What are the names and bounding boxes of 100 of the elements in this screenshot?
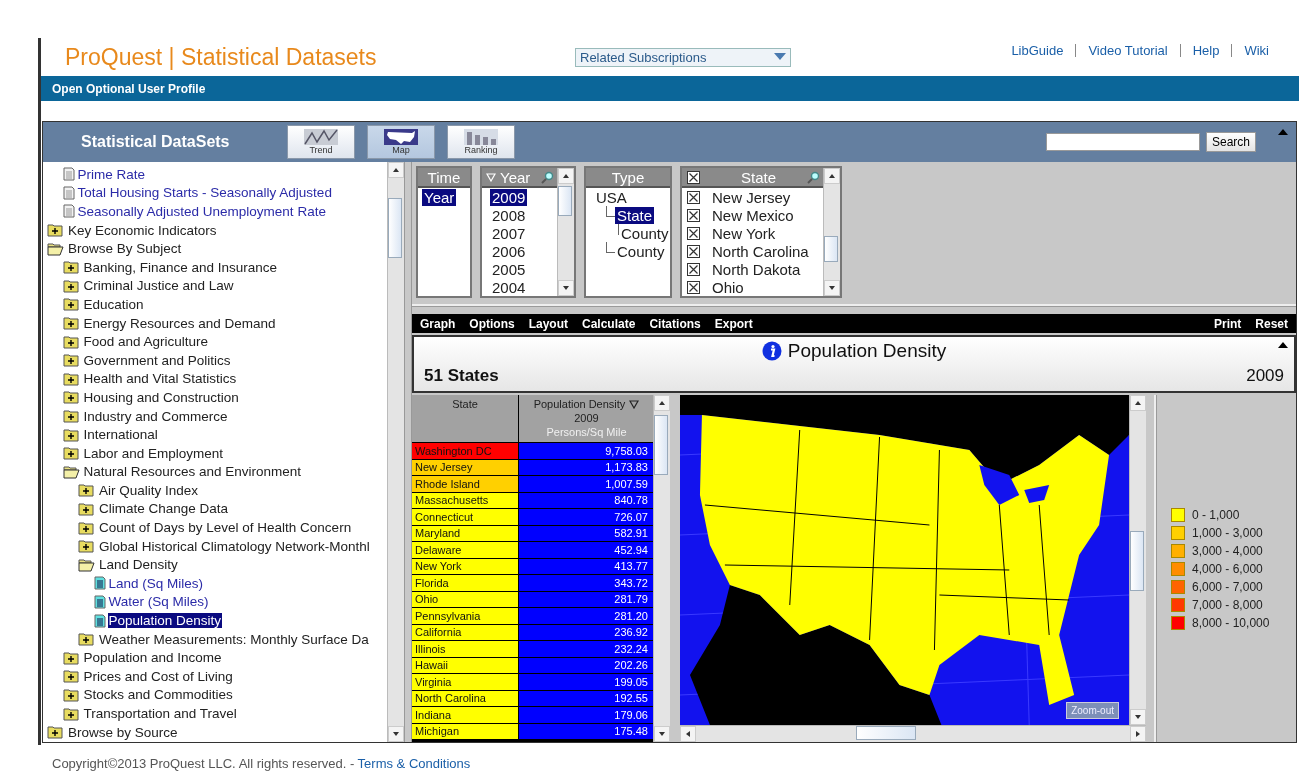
menu-item[interactable]: Options [469, 316, 515, 331]
scrollbar[interactable] [557, 168, 574, 296]
tree-item[interactable]: Education [82, 296, 145, 312]
tree-item[interactable]: Criminal Justice and Law [82, 278, 235, 294]
scroll-up-button[interactable] [824, 168, 840, 184]
scroll-down-button[interactable] [1130, 709, 1146, 725]
tree-item[interactable]: Climate Change Data [98, 501, 230, 517]
scroll-thumb[interactable] [856, 726, 916, 740]
scroll-right-button[interactable] [1130, 726, 1146, 742]
header-link[interactable]: Wiki [1231, 44, 1281, 57]
list-item[interactable]: North Dakota [710, 260, 803, 278]
type-item[interactable]: State [615, 206, 655, 224]
folder-plus-icon[interactable] [62, 260, 81, 275]
tree-item[interactable]: Prices and Cost of Living [82, 668, 234, 684]
tree-item[interactable]: Browse by Source [67, 724, 179, 740]
folder-plus-icon[interactable] [62, 687, 81, 702]
menu-item[interactable]: Export [714, 316, 753, 331]
open-folder-icon[interactable] [78, 557, 96, 572]
checkbox[interactable] [687, 244, 700, 258]
type-item[interactable]: USA [594, 188, 629, 206]
type-item[interactable]: County [615, 242, 667, 260]
scroll-thumb[interactable] [558, 186, 572, 216]
view-button[interactable]: Ranking [447, 125, 515, 159]
header-link[interactable]: Video Tutorial [1075, 44, 1180, 57]
folder-plus-icon[interactable] [47, 725, 65, 740]
list-item[interactable]: New Jersey [710, 188, 793, 206]
open-folder-icon[interactable] [47, 241, 65, 256]
column-header[interactable]: State [412, 395, 518, 442]
scroll-down-button[interactable] [558, 280, 574, 296]
tree-item[interactable]: Energy Resources and Demand [82, 315, 277, 331]
menu-item[interactable]: Layout [528, 316, 568, 331]
menu-item[interactable]: Print [1213, 316, 1242, 331]
tree-item[interactable]: Banking, Finance and Insurance [82, 259, 279, 275]
tree-item[interactable]: Air Quality Index [98, 482, 200, 498]
folder-plus-icon[interactable] [62, 371, 81, 386]
scroll-thumb[interactable] [654, 415, 668, 475]
folder-plus-icon[interactable] [62, 427, 81, 442]
tree-item[interactable]: Total Housing Starts - Seasonally Adjusted [76, 185, 333, 201]
scroll-down-button[interactable] [654, 726, 670, 742]
checkbox[interactable] [687, 262, 700, 276]
header-link[interactable]: Help [1179, 44, 1232, 57]
scroll-thumb[interactable] [388, 198, 402, 258]
list-item[interactable]: 2004 [490, 278, 528, 296]
scroll-down-button[interactable] [824, 280, 840, 296]
subscriptions-dropdown[interactable]: Related Subscriptions [575, 47, 791, 67]
open-folder-icon[interactable] [62, 464, 81, 479]
scrollbar[interactable] [823, 168, 840, 296]
list-item[interactable]: North Carolina [710, 242, 811, 260]
scrollbar[interactable] [387, 162, 404, 742]
folder-plus-icon[interactable] [62, 650, 81, 665]
tree-item[interactable]: Transportation and Travel [82, 706, 238, 721]
tree-item[interactable]: Population and Income [82, 650, 223, 666]
checkbox[interactable] [687, 190, 700, 204]
tree-item[interactable]: International [82, 427, 159, 443]
folder-plus-icon[interactable] [47, 223, 65, 238]
collapse-icon[interactable] [1278, 342, 1288, 348]
header-link[interactable]: LibGuide [999, 44, 1076, 57]
menu-item[interactable]: Citations [649, 316, 701, 331]
tree-item[interactable]: Natural Resources and Environment [82, 464, 303, 480]
folder-plus-icon[interactable] [62, 409, 81, 423]
terms-link[interactable]: Terms & Conditions [357, 756, 471, 771]
menu-item[interactable]: Graph [420, 316, 456, 331]
search-field[interactable] [1045, 133, 1200, 151]
tree-item[interactable]: Food and Agriculture [82, 334, 210, 350]
tree-item[interactable]: Land Density [98, 557, 179, 573]
tree-item[interactable]: Stocks and Commodities [82, 687, 234, 703]
tree-item[interactable]: Water (Sq Miles) [107, 594, 210, 610]
tree-item[interactable]: Government and Politics [82, 352, 232, 368]
list-item[interactable]: New Mexico [710, 206, 796, 224]
folder-plus-icon[interactable] [78, 502, 96, 516]
checkbox[interactable] [687, 280, 700, 294]
scroll-thumb[interactable] [1130, 531, 1144, 591]
folder-plus-icon[interactable] [78, 632, 96, 647]
tree-item[interactable]: Weather Measurements: Monthly Surface Da [98, 631, 370, 647]
folder-plus-icon[interactable] [62, 278, 81, 293]
scrollbar[interactable] [653, 395, 670, 742]
folder-plus-icon[interactable] [78, 483, 96, 498]
list-item[interactable]: 2006 [490, 242, 528, 260]
list-item[interactable]: Year [422, 188, 457, 206]
tree-item[interactable]: Global Historical Climatology Network-Monthl [98, 538, 371, 554]
view-button[interactable]: Map [367, 125, 435, 159]
list-item[interactable]: 2005 [490, 260, 528, 278]
folder-plus-icon[interactable] [62, 446, 81, 461]
list-item[interactable]: 2009 [490, 188, 528, 206]
scroll-down-button[interactable] [388, 726, 404, 742]
folder-plus-icon[interactable] [62, 706, 81, 721]
menu-item[interactable]: Reset [1255, 316, 1288, 331]
tree-item[interactable]: Land (Sq Miles) [107, 575, 205, 591]
search-icon[interactable] [807, 170, 820, 184]
search-icon[interactable] [541, 170, 554, 184]
list-item[interactable]: New York [710, 224, 778, 242]
column-header[interactable]: Population Density 2009 Persons/Sq Mile [519, 395, 653, 442]
info-icon[interactable] [761, 341, 782, 361]
folder-plus-icon[interactable] [62, 353, 81, 368]
tree-item[interactable]: Browse By Subject [67, 241, 183, 257]
tree-item[interactable]: Count of Days by Level of Health Concern [98, 520, 353, 536]
folder-plus-icon[interactable] [78, 520, 96, 535]
list-item[interactable]: Ohio [710, 278, 746, 296]
profile-link[interactable]: Open Optional User Profile [41, 81, 206, 96]
folder-plus-icon[interactable] [78, 539, 96, 554]
